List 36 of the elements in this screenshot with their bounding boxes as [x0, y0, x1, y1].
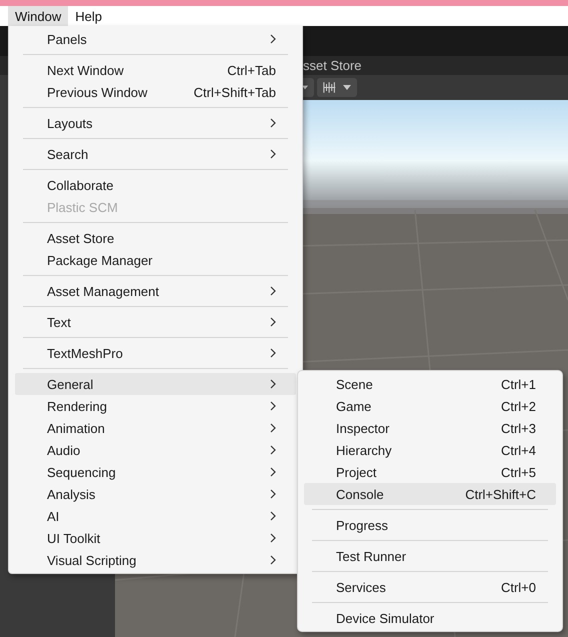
menu-item[interactable]: Previous Window Ctrl+Shift+Tab: [15, 81, 296, 103]
caret-icon: [302, 85, 308, 90]
menu-item[interactable]: UI Toolkit: [15, 527, 296, 549]
menu-item[interactable]: AI: [15, 505, 296, 527]
menu-item[interactable]: Animation: [15, 417, 296, 439]
menu-item[interactable]: Asset Management: [15, 280, 296, 302]
menu-item[interactable]: Asset Store: [15, 227, 296, 249]
caret-icon: [343, 85, 351, 90]
menu-item[interactable]: Project Ctrl+5: [304, 461, 556, 483]
menu-item[interactable]: Next Window Ctrl+Tab: [15, 59, 296, 81]
menu-item[interactable]: Game Ctrl+2: [304, 395, 556, 417]
audio-dropdown-button[interactable]: [317, 78, 357, 97]
editor-tab[interactable]: sset Store: [303, 58, 362, 73]
menu-item[interactable]: Collaborate: [15, 174, 296, 196]
menu-item[interactable]: Rendering: [15, 395, 296, 417]
menu-item[interactable]: Scene Ctrl+1: [304, 373, 556, 395]
menu-item[interactable]: Text: [15, 311, 296, 333]
menu-item[interactable]: Inspector Ctrl+3: [304, 417, 556, 439]
menu-item[interactable]: TextMeshPro: [15, 342, 296, 364]
menu-item[interactable]: Analysis: [15, 483, 296, 505]
menu-item[interactable]: Audio: [15, 439, 296, 461]
menu-item[interactable]: Device Simulator: [304, 607, 556, 629]
menu-item[interactable]: Console Ctrl+Shift+C: [304, 483, 556, 505]
menu-bar-item[interactable]: Help: [68, 6, 109, 26]
menu-item[interactable]: Visual Scripting: [15, 549, 296, 571]
waveform-icon: [323, 81, 337, 94]
menu-item[interactable]: Progress: [304, 514, 556, 536]
menu-item[interactable]: Hierarchy Ctrl+4: [304, 439, 556, 461]
menu-item[interactable]: Test Runner: [304, 545, 556, 567]
menu-item[interactable]: Sequencing: [15, 461, 296, 483]
menu-bar-item[interactable]: Window: [8, 6, 68, 26]
menu-item[interactable]: Layouts: [15, 112, 296, 134]
menu-item[interactable]: Package Manager: [15, 249, 296, 271]
menu-item[interactable]: Search: [15, 143, 296, 165]
menu-item[interactable]: Services Ctrl+0: [304, 576, 556, 598]
menu-item[interactable]: General: [15, 373, 296, 395]
